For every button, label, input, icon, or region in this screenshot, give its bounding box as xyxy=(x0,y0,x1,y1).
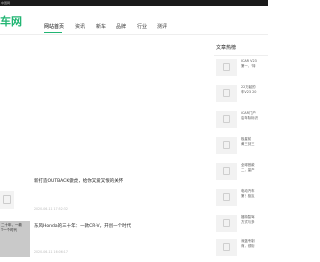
image-placeholder-icon xyxy=(223,193,230,201)
sidebar-item-thumbnail xyxy=(216,163,237,180)
article-date: 2020-06-11 17:52:32 xyxy=(34,207,68,211)
image-placeholder-icon xyxy=(223,219,230,227)
sidebar-item-title-continued[interactable]: 店年际标识 xyxy=(241,116,258,121)
sidebar-item-title-continued[interactable]: 黄三剑三 xyxy=(241,142,255,147)
promo-banner[interactable]: 二十年，一款 T一个时代 xyxy=(0,221,30,257)
sidebar-item-thumbnail xyxy=(216,215,237,232)
sidebar-item-title-continued[interactable]: 车V23 20 xyxy=(241,90,256,95)
site-header: 车网 网站首页 资讯 新车 品牌 行业 测评 xyxy=(0,6,268,34)
sidebar-item[interactable]: ICAR V23 第一，'特 xyxy=(214,56,268,82)
nav-item-new-cars[interactable]: 新车 xyxy=(96,23,106,31)
hot-articles-sidebar: 文章热榜 ICAR V23 第一，'特 22万起的 车V23 20 iCAR门户… xyxy=(214,44,268,262)
nav-item-brands[interactable]: 品牌 xyxy=(116,23,126,31)
sidebar-item-title-continued[interactable]: 商，领衔 xyxy=(241,244,255,249)
main-nav: 网站首页 资讯 新车 品牌 行业 测评 xyxy=(0,23,268,33)
sidebar-item-thumbnail xyxy=(216,59,237,76)
sidebar-item[interactable]: 电动汽车 第！极氪 xyxy=(214,186,268,212)
sidebar-item-thumbnail xyxy=(216,111,237,128)
sidebar-item[interactable]: 深蓝专制 商，领衔 xyxy=(214,236,268,262)
article-date: 2020-06-11 16:06:17 xyxy=(34,250,68,254)
header-divider xyxy=(0,34,268,35)
sidebar-item[interactable]: 福特智驾 方式与多 xyxy=(214,212,268,238)
sidebar-item-title-continued[interactable]: 第！极氪 xyxy=(241,194,255,199)
sidebar-item-title[interactable]: 22万起的 xyxy=(241,85,256,90)
sidebar-item[interactable]: 极星前 黄三剑三 xyxy=(214,134,268,160)
sidebar-item-title-continued[interactable]: 第一，'特 xyxy=(241,64,256,69)
sidebar-item-title[interactable]: 深蓝专制 xyxy=(241,239,255,244)
image-placeholder-icon xyxy=(223,243,230,251)
sidebar-item-title-continued[interactable]: 方式与多 xyxy=(241,220,255,225)
article-title[interactable]: 新打造OUTBACK傲虎，给你又爱又恨的关怀 xyxy=(34,179,123,185)
sidebar-item-title[interactable]: 福特智驾 xyxy=(241,215,255,220)
sidebar-item-title[interactable]: 全球首款 xyxy=(241,163,255,168)
nav-item-reviews[interactable]: 测评 xyxy=(157,23,167,31)
image-placeholder-icon xyxy=(3,195,11,204)
sidebar-item-thumbnail xyxy=(216,85,237,102)
sidebar-item[interactable]: iCAR门户 店年际标识 xyxy=(214,108,268,134)
image-placeholder-icon xyxy=(223,167,230,175)
sidebar-item-title-continued[interactable]: 二，量产 xyxy=(241,168,255,173)
image-placeholder-icon xyxy=(223,89,230,97)
article-thumbnail[interactable] xyxy=(0,191,14,209)
nav-active-indicator xyxy=(44,32,62,33)
promo-text-line-2: T一个时代 xyxy=(1,228,18,232)
sidebar-item-thumbnail xyxy=(216,137,237,154)
nav-item-industry[interactable]: 行业 xyxy=(137,23,147,31)
sidebar-item[interactable]: 全球首款 二，量产 xyxy=(214,160,268,186)
nav-item-news[interactable]: 资讯 xyxy=(75,23,85,31)
sidebar-item-title[interactable]: ICAR V23 xyxy=(241,59,257,64)
sidebar-item-thumbnail xyxy=(216,239,237,256)
image-placeholder-icon xyxy=(223,63,230,71)
sidebar-title: 文章热榜 xyxy=(216,45,237,51)
article-title[interactable]: 东风Honda的三十年：一款CR-V，开创一个时代 xyxy=(34,224,131,230)
sidebar-item[interactable]: 22万起的 车V23 20 xyxy=(214,82,268,108)
sidebar-item-title[interactable]: 电动汽车 xyxy=(241,189,255,194)
nav-item-home[interactable]: 网站首页 xyxy=(44,23,64,31)
sidebar-item-title[interactable]: 极星前 xyxy=(241,137,251,142)
sidebar-item-title[interactable]: iCAR门户 xyxy=(241,111,256,116)
image-placeholder-icon xyxy=(223,115,230,123)
image-placeholder-icon xyxy=(223,141,230,149)
sidebar-item-thumbnail xyxy=(216,189,237,206)
